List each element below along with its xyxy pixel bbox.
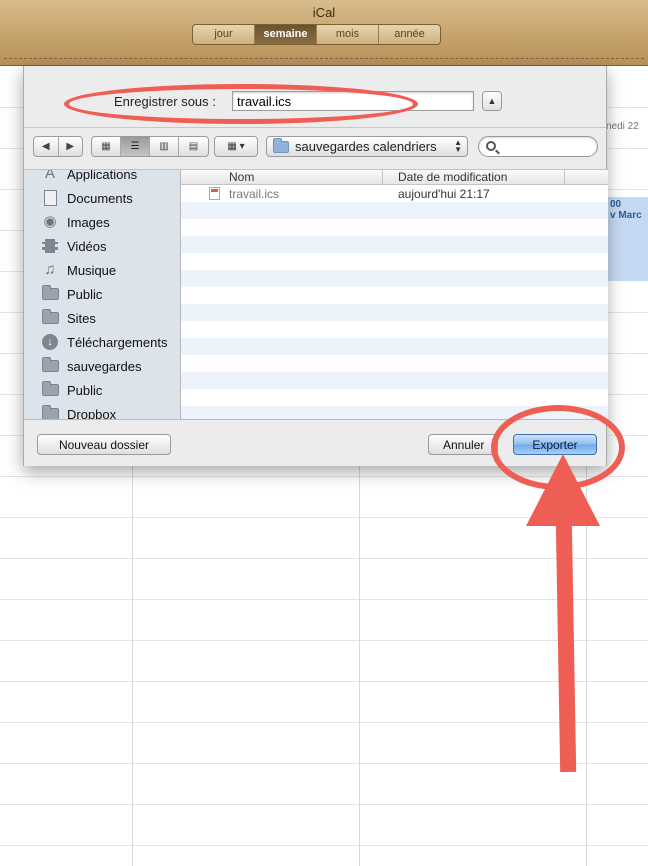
sidebar-item-applications[interactable]: A Applications bbox=[24, 169, 180, 186]
icon-view-icon[interactable]: ▦ bbox=[92, 137, 121, 156]
list-header: Nom Date de modification bbox=[181, 170, 608, 185]
sidebar-item-label: Public bbox=[67, 286, 103, 302]
calendar-event[interactable]: 00 v Marc bbox=[607, 197, 648, 281]
export-button[interactable]: Exporter bbox=[513, 434, 597, 455]
sidebar-item-sauvegardes[interactable]: sauvegardes bbox=[24, 354, 180, 378]
sidebar-item-label: sauvegardes bbox=[67, 358, 142, 374]
sidebar-item-label: Images bbox=[67, 214, 110, 230]
view-mode-buttons: ▦ ☰ ▥ ▤ bbox=[91, 136, 209, 157]
music-note-icon: ♫ bbox=[44, 261, 56, 278]
location-label: sauvegardes calendriers bbox=[295, 139, 437, 154]
file-date: aujourd'hui 21:17 bbox=[398, 187, 490, 201]
grid-icon: ▦ ▾ bbox=[227, 141, 245, 152]
ical-toolbar: iCal jour semaine mois année bbox=[0, 0, 648, 66]
film-icon bbox=[41, 238, 59, 254]
triangle-up-icon: ▲ bbox=[487, 96, 497, 106]
sidebar-item-label: Sites bbox=[67, 310, 96, 326]
sidebar-item-label: Documents bbox=[67, 190, 133, 206]
sidebar-item-dropbox[interactable]: Dropbox bbox=[24, 402, 180, 419]
folder-icon bbox=[41, 357, 59, 374]
folder-icon bbox=[41, 381, 59, 398]
folder-icon bbox=[41, 405, 59, 419]
filename-field[interactable]: travail.ics bbox=[232, 91, 474, 111]
column-header-date[interactable]: Date de modification bbox=[383, 170, 565, 185]
location-popup[interactable]: sauvegardes calendriers ▲ ▼ bbox=[266, 136, 468, 157]
back-arrow-icon[interactable]: ◀ bbox=[34, 137, 59, 156]
sidebar-item-label: Vidéos bbox=[67, 238, 107, 254]
sidebar-item-public-2[interactable]: Public bbox=[24, 378, 180, 402]
column-header-name[interactable]: Nom bbox=[181, 170, 383, 185]
save-as-row: Enregistrer sous : travail.ics ▲ bbox=[24, 89, 606, 113]
list-view-icon[interactable]: ☰ bbox=[121, 137, 150, 156]
cancel-button[interactable]: Annuler bbox=[428, 434, 498, 455]
window-title: iCal bbox=[312, 5, 336, 20]
sidebar-item-label: Dropbox bbox=[67, 406, 117, 420]
sidebar-item-label: Public bbox=[67, 382, 103, 398]
forward-arrow-icon[interactable]: ▶ bbox=[59, 137, 83, 156]
sidebar-item-label: Applications bbox=[67, 169, 138, 182]
sidebar-item-documents[interactable]: Documents bbox=[24, 186, 180, 210]
view-tab-semaine[interactable]: semaine bbox=[255, 25, 317, 44]
sidebar-item-musique[interactable]: ♫ Musique bbox=[24, 258, 180, 282]
updown-arrows-icon: ▲ ▼ bbox=[454, 138, 462, 154]
search-icon bbox=[486, 141, 496, 151]
ics-file-icon bbox=[209, 187, 220, 200]
day-header: nedi 22 bbox=[606, 121, 639, 132]
sidebar-item-sites[interactable]: Sites bbox=[24, 306, 180, 330]
sidebar-item-label: Musique bbox=[67, 262, 117, 278]
column-view-icon[interactable]: ▥ bbox=[150, 137, 179, 156]
view-switcher: jour semaine mois année bbox=[192, 24, 441, 45]
documents-icon bbox=[41, 190, 59, 206]
sidebar-item-telechargements[interactable]: ↓ Téléchargements bbox=[24, 330, 180, 354]
file-name: travail.ics bbox=[229, 187, 280, 201]
view-tab-jour[interactable]: jour bbox=[193, 25, 255, 44]
file-row[interactable]: travail.ics aujourd'hui 21:17 bbox=[181, 185, 608, 202]
folder-icon bbox=[273, 137, 289, 153]
download-icon: ↓ bbox=[41, 334, 59, 350]
new-folder-button[interactable]: Nouveau dossier bbox=[37, 434, 171, 455]
folder-icon bbox=[41, 309, 59, 326]
dialog-button-bar: Nouveau dossier Annuler Exporter bbox=[24, 419, 606, 466]
sidebar-item-images[interactable]: ◉ Images bbox=[24, 210, 180, 234]
view-tab-mois[interactable]: mois bbox=[317, 25, 379, 44]
save-as-label: Enregistrer sous : bbox=[114, 94, 216, 109]
navigation-bar: ◀ ▶ ▦ ☰ ▥ ▤ ▦ ▾ sauvegardes calendriers … bbox=[24, 136, 606, 160]
sidebar-item-videos[interactable]: Vidéos bbox=[24, 234, 180, 258]
arrange-menu-button[interactable]: ▦ ▾ bbox=[214, 136, 258, 157]
applications-icon: A bbox=[44, 169, 55, 182]
camera-icon: ◉ bbox=[43, 213, 57, 230]
sidebar-item-label: Téléchargements bbox=[67, 334, 168, 350]
event-time: 00 bbox=[610, 199, 622, 210]
sidebar: A Applications Documents ◉ Images Vidéos… bbox=[24, 169, 181, 419]
view-tab-annee[interactable]: année bbox=[379, 25, 440, 44]
folder-icon bbox=[41, 285, 59, 302]
event-title: v Marc bbox=[610, 210, 642, 221]
file-list: Nom Date de modification travail.ics auj… bbox=[181, 169, 608, 419]
back-forward-buttons: ◀ ▶ bbox=[33, 136, 83, 157]
expand-dialog-button[interactable]: ▲ bbox=[482, 91, 502, 111]
coverflow-view-icon[interactable]: ▤ bbox=[179, 137, 208, 156]
divider bbox=[24, 127, 606, 128]
search-input[interactable] bbox=[478, 136, 598, 157]
sidebar-item-public[interactable]: Public bbox=[24, 282, 180, 306]
export-save-sheet: Enregistrer sous : travail.ics ▲ ◀ ▶ ▦ ☰… bbox=[23, 66, 608, 466]
